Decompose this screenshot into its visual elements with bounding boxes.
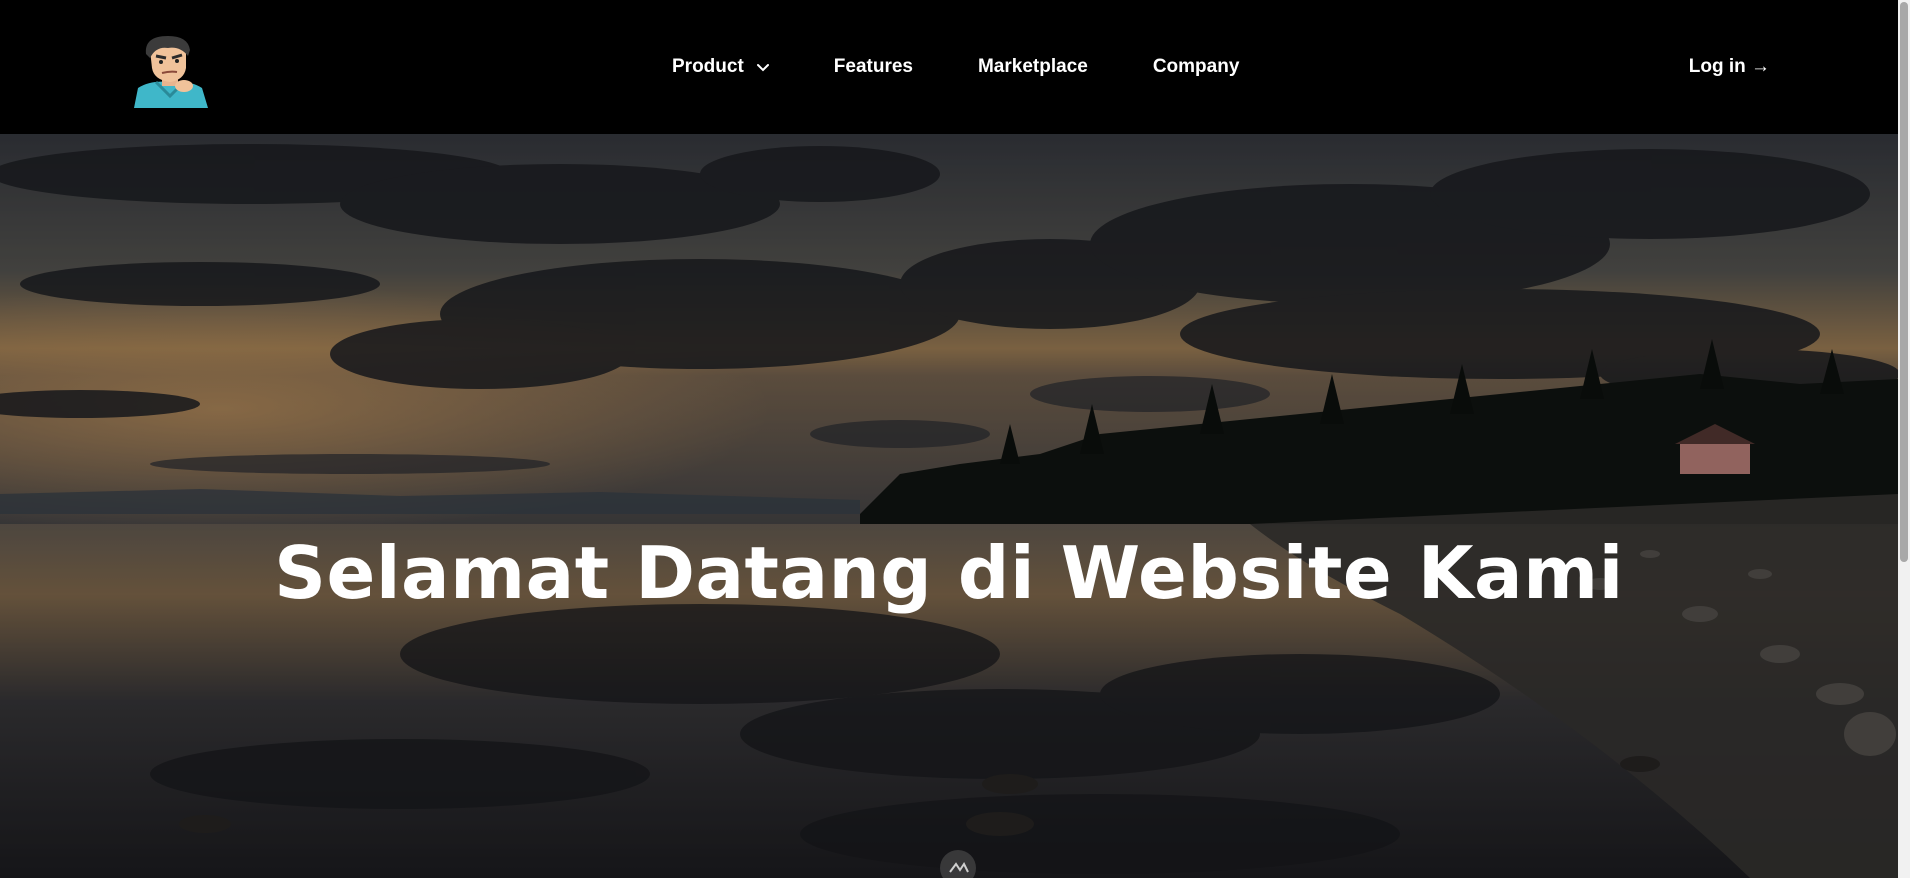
nav-item-label: Marketplace	[977, 56, 1088, 77]
scroll-down-icon	[949, 862, 969, 873]
nav-item-label: Features	[833, 56, 913, 77]
avatar-icon	[134, 36, 208, 108]
nav-item-product[interactable]: Product	[672, 56, 770, 78]
scrollbar-thumb[interactable]	[1900, 2, 1908, 562]
navbar: Product Features Marketplace Company Log…	[0, 0, 1898, 134]
hero-overlay	[0, 134, 1898, 878]
nav-item-features[interactable]: Features	[834, 56, 913, 78]
hero-section: Selamat Datang di Website Kami	[0, 134, 1898, 878]
nav-item-marketplace[interactable]: Marketplace	[978, 56, 1088, 78]
main-nav: Product Features Marketplace Company	[672, 0, 1239, 134]
page: Product Features Marketplace Company Log…	[0, 0, 1910, 878]
login-link[interactable]: Log in →	[1689, 0, 1770, 134]
hero-title: Selamat Datang di Website Kami	[274, 531, 1624, 615]
nav-item-label: Product	[672, 56, 744, 77]
chevron-down-icon	[756, 64, 769, 72]
page-scrollbar[interactable]	[1898, 0, 1910, 878]
nav-item-company[interactable]: Company	[1153, 56, 1240, 78]
scroll-down-button[interactable]	[940, 850, 976, 878]
nav-item-label: Company	[1152, 56, 1240, 77]
logo-avatar[interactable]	[130, 36, 210, 108]
